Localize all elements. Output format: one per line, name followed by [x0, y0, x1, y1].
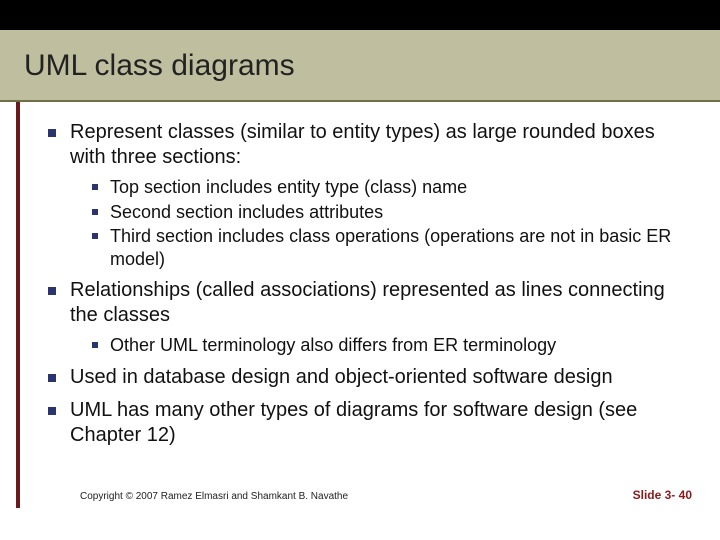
left-margin	[0, 102, 16, 508]
slide-number: Slide 3- 40	[633, 488, 692, 502]
list-item: Represent classes (similar to entity typ…	[42, 120, 692, 270]
list-item: Relationships (called associations) repr…	[42, 278, 692, 357]
sub-list-item: Other UML terminology also differs from …	[70, 334, 692, 357]
copyright-text: Copyright © 2007 Ramez Elmasri and Shamk…	[80, 491, 348, 502]
list-item: Used in database design and object-orien…	[42, 365, 692, 390]
sub-list-item: Third section includes class operations …	[70, 225, 692, 270]
footer: Copyright © 2007 Ramez Elmasri and Shamk…	[20, 488, 720, 502]
content-wrap: Represent classes (similar to entity typ…	[0, 102, 720, 508]
sub-list: Other UML terminology also differs from …	[70, 334, 692, 357]
bullet-text: Relationships (called associations) repr…	[70, 279, 665, 326]
bullet-list: Represent classes (similar to entity typ…	[42, 120, 692, 448]
bullet-text: Represent classes (similar to entity typ…	[70, 121, 655, 168]
sub-list-item: Top section includes entity type (class)…	[70, 176, 692, 199]
list-item: UML has many other types of diagrams for…	[42, 398, 692, 448]
main-content: Represent classes (similar to entity typ…	[20, 102, 720, 508]
sub-list-item: Second section includes attributes	[70, 201, 692, 224]
top-bar	[0, 0, 720, 30]
sub-list: Top section includes entity type (class)…	[70, 176, 692, 270]
header-band: UML class diagrams	[0, 30, 720, 102]
slide-title: UML class diagrams	[24, 49, 295, 83]
